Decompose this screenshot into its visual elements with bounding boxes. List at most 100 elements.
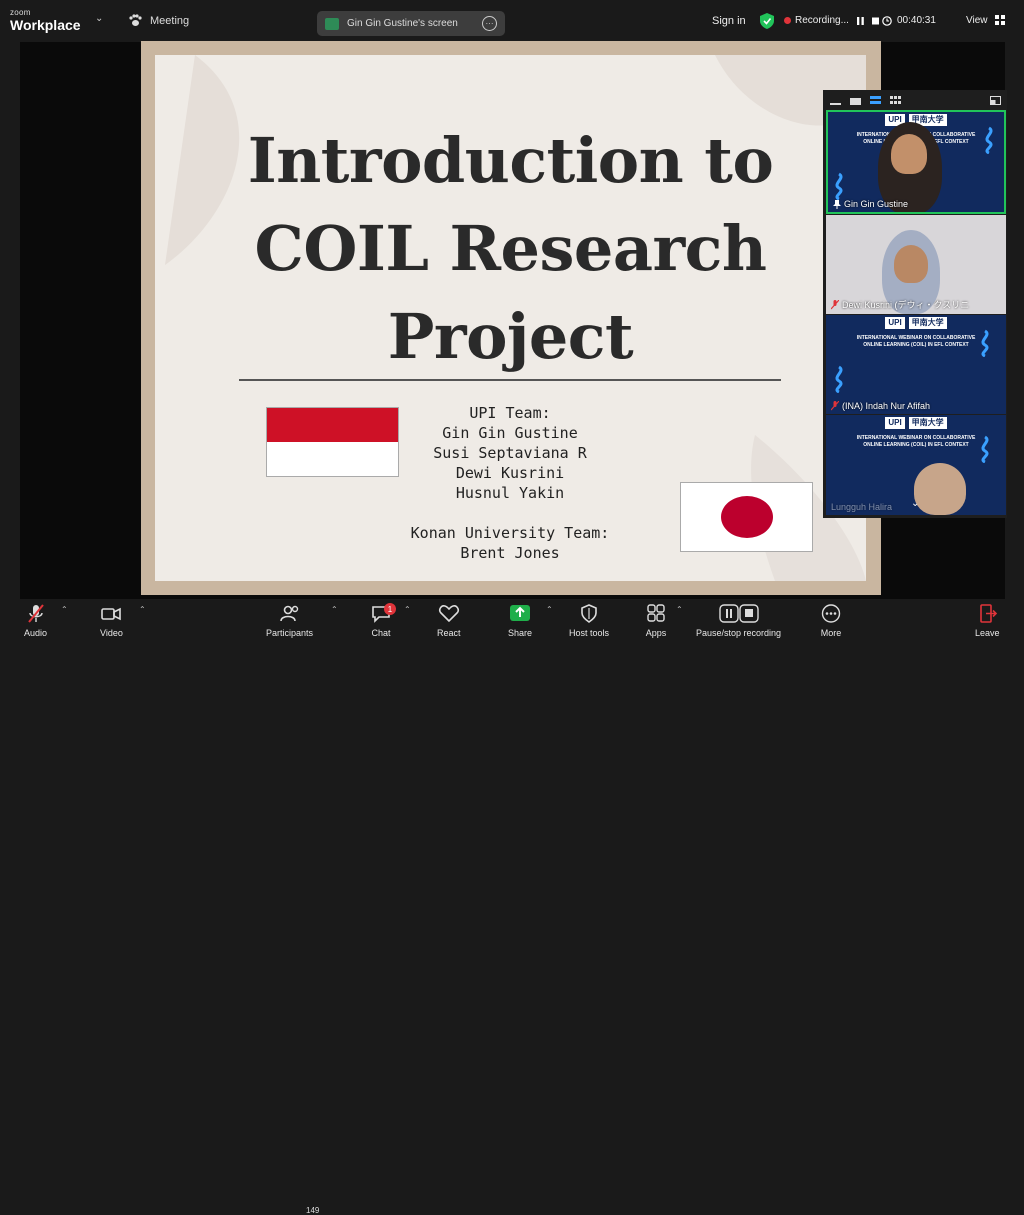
meeting-info-button[interactable]: Meeting (128, 14, 189, 27)
leave-button[interactable]: Leave (975, 604, 1000, 638)
shield-check-icon[interactable] (760, 13, 774, 29)
muted-mic-icon (831, 401, 839, 411)
heart-icon (438, 605, 459, 623)
chevron-down-icon[interactable]: ⌄ (95, 13, 103, 24)
title-line-2: COIL Research (254, 212, 767, 285)
audio-button[interactable]: Audio (24, 604, 47, 638)
view-label: View (966, 15, 988, 26)
gallery-view-icon[interactable] (890, 95, 901, 105)
react-button[interactable]: React (437, 604, 461, 638)
screen-share-pill[interactable]: Gin Gin Gustine's screen ··· (317, 11, 505, 36)
tile-name: (INA) Indah Nur Afifah (831, 401, 930, 411)
speaker-view-icon[interactable] (850, 96, 861, 105)
screen-share-label: Gin Gin Gustine's screen (347, 18, 458, 29)
team-line: Gin Gin Gustine (442, 424, 578, 442)
strip-view-icon[interactable] (870, 95, 881, 105)
audio-options-caret[interactable]: ⌃ (61, 605, 68, 614)
webinar-header: UPI 甲南大学 (826, 315, 1006, 329)
leave-icon (980, 604, 998, 623)
participant-face (894, 245, 928, 283)
bottom-toolbar: Audio ⌃ Video ⌃ Participants 149 ⌃ Chat … (0, 599, 1024, 1215)
video-tile-lungguh[interactable]: UPI 甲南大学 INTERNATIONAL WEBINAR ON COLLAB… (826, 415, 1006, 515)
zoom-logo[interactable]: zoom Workplace (10, 8, 81, 33)
squiggle-decoration (981, 329, 989, 357)
share-screen-icon (510, 605, 531, 621)
clock-icon (882, 15, 892, 26)
squiggle-decoration (985, 126, 993, 154)
pause-icon[interactable] (856, 16, 864, 25)
chevron-down-icon[interactable]: ⌄ (911, 498, 919, 509)
muted-mic-icon (27, 604, 44, 623)
title-line-3: Project (387, 300, 634, 373)
video-tile-indah[interactable]: UPI 甲南大学 INTERNATIONAL WEBINAR ON COLLAB… (826, 315, 1006, 414)
team-line: Brent Jones (460, 544, 560, 562)
team-list: UPI Team: Gin Gin Gustine Susi Septavian… (385, 403, 635, 563)
view-button[interactable]: View (966, 15, 1006, 26)
team-line: Dewi Kusrini (455, 464, 565, 482)
japan-flag (680, 482, 813, 552)
camera-icon (101, 607, 122, 621)
video-panel: UPI 甲南大学 INTERNATIONAL WEBINAR ON COLLAB… (823, 90, 1007, 518)
pause-stop-icon (718, 604, 759, 623)
squiggle-decoration (835, 172, 843, 200)
participant-video (914, 463, 966, 515)
title-line-1: Introduction to (247, 124, 774, 197)
speaker-face (891, 134, 927, 174)
apps-icon (647, 604, 665, 622)
video-button[interactable]: Video (100, 604, 123, 638)
squiggle-decoration (981, 435, 989, 463)
share-options-caret[interactable]: ⌃ (546, 605, 553, 614)
video-options-caret[interactable]: ⌃ (139, 605, 146, 614)
share-button[interactable]: Share (508, 604, 532, 638)
tile-name: Lungguh Halira (831, 502, 893, 512)
participants-button[interactable]: Participants (266, 604, 313, 638)
shield-icon (581, 604, 597, 623)
more-button[interactable]: More (820, 604, 842, 638)
logo-small-text: zoom (10, 8, 31, 17)
apps-options-caret[interactable]: ⌃ (676, 605, 683, 614)
grid-icon (995, 15, 1006, 26)
tile-name: Dewi Kusrini (デウィ・クスリニ (831, 298, 969, 311)
more-icon (821, 604, 841, 623)
record-dot-icon (784, 17, 791, 24)
webinar-header: UPI 甲南大学 (826, 415, 1006, 429)
pin-icon (833, 199, 841, 209)
upi-logo: UPI (885, 417, 905, 429)
pause-stop-recording-button[interactable]: Pause/stop recording (696, 604, 781, 638)
muted-mic-icon (831, 299, 839, 309)
slide-title: Introduction to COIL Research Project (155, 117, 866, 381)
team-line (385, 503, 635, 523)
tile-name: Gin Gin Gustine (833, 199, 908, 209)
upi-logo: UPI (885, 317, 905, 329)
participants-options-caret[interactable]: ⌃ (331, 605, 338, 614)
paw-icon (129, 14, 142, 26)
meeting-label: Meeting (150, 14, 190, 27)
screen-share-icon (325, 17, 339, 30)
slide-divider (239, 379, 781, 381)
minimize-icon[interactable] (830, 96, 841, 105)
video-tile-dewi[interactable]: Dewi Kusrini (デウィ・クスリニ (826, 215, 1006, 314)
chat-options-caret[interactable]: ⌃ (404, 605, 411, 614)
participants-count: 149 (306, 1206, 320, 1215)
logo-big-text: Workplace (10, 17, 81, 33)
more-options-icon[interactable]: ··· (482, 16, 497, 31)
top-bar: zoom Workplace ⌄ Meeting Gin Gin Gustine… (0, 0, 1024, 42)
pop-out-icon[interactable] (990, 95, 1001, 105)
meeting-timer: 00:40:31 (882, 15, 936, 26)
apps-button[interactable]: Apps (645, 604, 667, 638)
team-line: UPI Team: (469, 404, 551, 422)
squiggle-decoration (835, 365, 843, 393)
stop-icon[interactable] (871, 17, 879, 25)
indonesia-flag (266, 407, 399, 477)
host-tools-button[interactable]: Host tools (569, 604, 609, 638)
sign-in-button[interactable]: Sign in (712, 15, 746, 27)
team-line: Konan University Team: (410, 524, 610, 542)
panel-toolbar (823, 90, 1007, 110)
chat-unread-badge: 1 (384, 603, 396, 615)
timer-value: 00:40:31 (897, 15, 936, 26)
video-tile-gin-gin[interactable]: UPI 甲南大学 INTERNATIONAL WEBINAR ON COLLAB… (826, 110, 1006, 214)
presentation-slide: Introduction to COIL Research Project UP… (155, 55, 866, 581)
konan-logo: 甲南大学 (908, 417, 947, 429)
konan-logo: 甲南大学 (908, 317, 947, 329)
recording-label: Recording... (795, 15, 849, 26)
